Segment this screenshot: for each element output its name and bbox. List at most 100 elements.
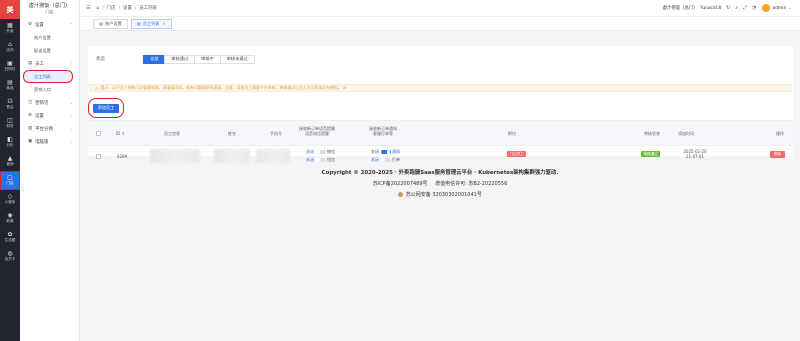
platform-icon: ▥ [28, 126, 33, 131]
rail-item-label: 店内 [6, 48, 14, 53]
redacted-info [150, 149, 200, 163]
breadcrumb: ⌂ / 门店 / 设置 / 员工列表 [96, 5, 157, 12]
add-staff-button[interactable]: 添加员工 [92, 103, 120, 113]
redacted-name [214, 149, 250, 163]
rail-item-chart[interactable]: ◧ 分析 [0, 133, 20, 152]
rail-item-label: 生态圈 [4, 238, 16, 243]
tab-staff-list[interactable]: ▤ 员工列表 × [130, 18, 172, 29]
toggle-wechat[interactable] [315, 149, 326, 155]
added-time: 2025-02-26 21:07:01 [683, 149, 707, 159]
add-staff-highlight: 添加员工 [88, 98, 124, 118]
rail-item-store[interactable]: ▢ 门店 [0, 171, 20, 190]
filter-pending[interactable]: 审核中 [194, 54, 221, 64]
footer: Copyright © 2020-2025 · 外卖跑腿Saas服务管理云平台 … [80, 170, 800, 200]
sidebar-subitem[interactable]: 配送设置 [20, 44, 79, 57]
table-header: ID ↕ 员工信息 姓名 手机号 接收新订单语音提醒 语音电话提醒 接收新订单通知… [88, 120, 793, 146]
tab-account-settings[interactable]: ▤ 账户设置 [93, 18, 128, 29]
chevron-icon: ⌃ [69, 61, 73, 66]
sidebar-group[interactable]: ◫ 营销活 ⌄ [20, 96, 79, 109]
sidebar-group[interactable]: ⚙ 设置 ⌃ [20, 18, 79, 31]
top-bar: ☰ ⌂ / 门店 / 设置 / 员工列表 虚汁捞饭（总门） funacid.8 … [80, 0, 800, 17]
security-link[interactable]: 苏公网安备 32030302001041号 [406, 192, 482, 198]
sidebar-subitem[interactable]: 营销入口 [20, 83, 79, 96]
row-id: 6289 [117, 154, 128, 159]
police-badge-icon [398, 192, 404, 197]
chevron-icon: ⌄ [69, 126, 73, 131]
filter-approved[interactable]: 审核通过 [164, 54, 196, 64]
col-added: 添加时间 [678, 131, 694, 136]
filter-label: 状态 [96, 57, 105, 62]
toggle-print-row: 关闭 打单 [371, 157, 400, 163]
notification-icon[interactable]: ◔ [752, 5, 756, 11]
delete-button[interactable]: 删除 [770, 151, 786, 158]
icp-link[interactable]: 苏ICP备2022007489号 [373, 181, 428, 187]
toggle-sms[interactable] [315, 157, 326, 163]
clipboard-icon: ▤ [28, 61, 33, 66]
avatar[interactable] [761, 4, 770, 12]
refresh-icon[interactable]: ↻ [726, 5, 730, 11]
sidebar-group[interactable]: ▣ 电脑版 ⌄ [20, 135, 79, 148]
book-icon: ▣ [28, 139, 33, 144]
col-role: 职位 [508, 131, 516, 136]
page-tabs: ▤ 账户设置 ▤ 员工列表 × [80, 17, 800, 31]
status-badge: 审核通过 [641, 151, 661, 158]
filter-rejected[interactable]: 审核未通过 [219, 54, 255, 64]
store-name: 虚汁捞饭（总门） [28, 3, 71, 9]
rail-item-label: 门店 [6, 181, 14, 186]
rail-item-qr[interactable]: ▣ 扫码付 [0, 57, 20, 76]
rail-item-grid[interactable]: ▦ 外卖 [0, 19, 20, 38]
rail-item-label: 分析 [6, 143, 14, 148]
col-id[interactable]: ID ↕ [116, 131, 125, 136]
col-status: 审核状态 [644, 131, 660, 136]
close-icon[interactable]: × [162, 21, 166, 26]
filter-all[interactable]: 全部 [143, 54, 166, 64]
rail-item-label: 财务 [6, 124, 14, 129]
rail-item-ecosystem[interactable]: ✿ 生态圈 [0, 228, 20, 247]
license-link[interactable]: 苏B2-20220556 [468, 181, 507, 187]
sidebar-group-label: 员工 [35, 61, 44, 67]
collapse-menu-icon[interactable]: ☰ [86, 5, 90, 11]
user-menu[interactable]: admin [773, 6, 787, 11]
rail-item-wallet[interactable]: ◫ 财务 [0, 114, 20, 133]
chevron-icon: ⌃ [69, 22, 73, 27]
chevron-down-icon[interactable]: ⌄ [788, 6, 792, 11]
select-all-checkbox[interactable] [96, 131, 101, 136]
store-selector[interactable]: 虚汁捞饭（总门） [663, 5, 698, 11]
rail-item-shop[interactable]: ⌂ 店内 [0, 38, 20, 57]
gear-icon: ⚙ [28, 22, 32, 27]
secondary-sidebar: 虚汁捞饭（总门） 门店 ⚙ 设置 ⌃ 账户设置 配送设置 ▤ 员工 ⌃ 员工列表 营销入口 ◫ 营销活… [20, 0, 80, 341]
sidebar-group-label: 营销活 [35, 100, 49, 106]
rail-item-headset[interactable]: ☊ 售后 [0, 95, 20, 114]
rail-item-newmedia[interactable]: ◉ 新媒 [0, 209, 20, 228]
sidebar-group[interactable]: ⚙ 设置 ⌄ [20, 109, 79, 122]
breadcrumb-item-2[interactable]: 设置 [123, 5, 132, 11]
sidebar-group[interactable]: ▤ 员工 ⌃ [20, 57, 79, 70]
sidebar-subitem[interactable]: 账户设置 [20, 31, 79, 44]
toggle-print[interactable] [380, 157, 391, 163]
rail-item-members[interactable]: ◍ 会员卡 [0, 247, 20, 266]
rail-item-megaphone[interactable]: ▲ 营销 [0, 152, 20, 171]
megaphone-icon: ◫ [28, 100, 33, 105]
row-checkbox[interactable] [96, 154, 101, 159]
main-nav-rail: 美 ▦ 外卖 ⌂ 店内 ▣ 扫码付 ▤ 商品 ☊ 售后 ◫ 财务 ◧ 分析 ▲ 营销 ▢ 门店 ◇ 小程序 ◉ 新媒 ✿ 生态… [0, 0, 20, 341]
app-logo[interactable]: 美 [0, 0, 20, 19]
toggle-wechat-row: 关闭 微信 [306, 149, 335, 155]
rail-item-box[interactable]: ▤ 商品 [0, 76, 20, 95]
sidebar-group-label: 设置 [34, 113, 44, 119]
fullscreen-icon[interactable]: ⤢ [743, 5, 747, 11]
sidebar-subitem[interactable]: 员工列表 [23, 70, 73, 83]
chevron-icon: ⌄ [69, 139, 73, 144]
rail-item-miniapp[interactable]: ◇ 小程序 [0, 190, 20, 209]
warning-icon: ⚠ [95, 85, 99, 91]
sidebar-group[interactable]: ▥ 平台分佣 ⌄ [20, 122, 79, 135]
search-icon[interactable]: ⌕ [735, 5, 738, 11]
rail-item-label: 新媒 [6, 219, 14, 224]
col-action: 操作 [776, 131, 784, 136]
sidebar-group-label: 设置 [34, 22, 44, 28]
toggle-notify[interactable] [380, 149, 391, 155]
breadcrumb-item-1[interactable]: 门店 [107, 5, 116, 11]
rail-item-label: 小程序 [4, 200, 16, 205]
col-voice-alert: 接收新订单语音提醒 语音电话提醒 [299, 126, 335, 136]
home-icon[interactable]: ⌂ [96, 6, 99, 11]
store-type: 门店 [45, 9, 54, 14]
